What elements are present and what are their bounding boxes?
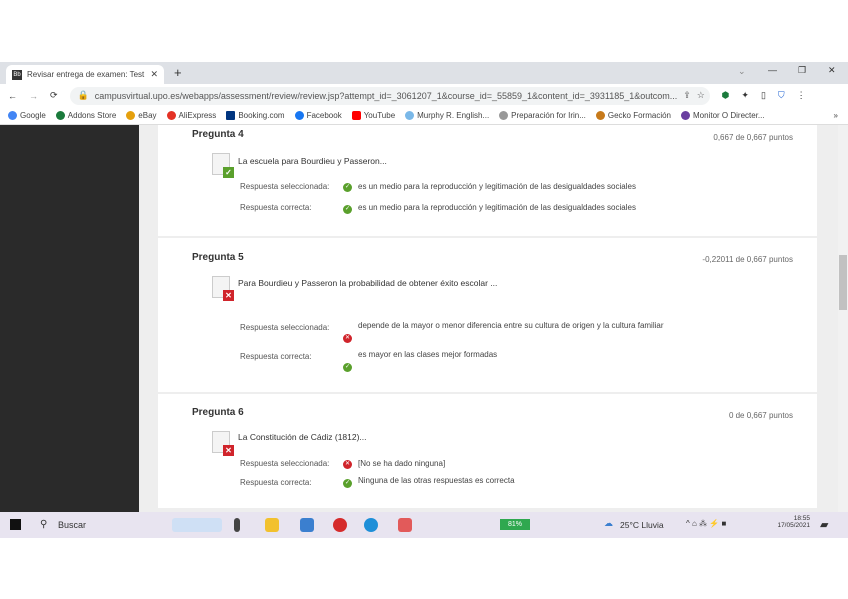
close-tab-icon[interactable]: ✕	[150, 69, 158, 80]
extensions-puzzle-icon[interactable]: ✦	[741, 90, 749, 101]
bookmark-star-icon[interactable]: ☆	[697, 90, 705, 101]
selected-answer: es un medio para la reproducción y legit…	[358, 182, 636, 191]
app-icon[interactable]	[398, 518, 412, 532]
selected-answer: [No se ha dado ninguna]	[358, 459, 446, 468]
correct-check-icon: ✓	[343, 205, 352, 214]
file-explorer-icon[interactable]	[265, 518, 279, 532]
minimize-button[interactable]: —	[768, 65, 777, 75]
search-icon[interactable]: ⚲	[40, 519, 47, 530]
question-title: Pregunta 6	[192, 407, 244, 418]
bookmarks-bar: Google Addons Store eBay AliExpress Book…	[0, 107, 848, 125]
notifications-icon[interactable]: ▰	[820, 518, 828, 531]
question-title: Pregunta 5	[192, 252, 244, 263]
question-title: Pregunta 4	[192, 129, 244, 140]
incorrect-x-icon: ✕	[343, 460, 352, 469]
correct-answer-label: Respuesta correcta:	[240, 203, 312, 212]
correct-answer-label: Respuesta correcta:	[240, 352, 312, 361]
site-favicon-icon: Bb	[12, 69, 22, 80]
bookmark-monitor[interactable]: Monitor O Directer...	[681, 111, 765, 120]
correct-check-icon: ✓	[343, 479, 352, 488]
question-card: Pregunta 6 0 de 0,667 puntos ✕ La Consti…	[158, 394, 817, 508]
selected-answer-label: Respuesta seleccionada:	[240, 323, 330, 332]
bookmark-booking[interactable]: Booking.com	[226, 111, 285, 120]
battery-indicator[interactable]: 81%	[500, 519, 530, 530]
url-input[interactable]: 🔒 campusvirtual.upo.es/webapps/assessment…	[69, 86, 710, 105]
time: 18:55	[793, 515, 810, 522]
app-icon[interactable]	[333, 518, 347, 532]
question-status-icon: ✕	[212, 276, 234, 301]
task-view-icon[interactable]	[234, 518, 240, 532]
shield-icon[interactable]: ⛉	[778, 90, 785, 101]
tab-title: Revisar entrega de examen: Test ...	[27, 70, 146, 79]
correct-answer: Ninguna de las otras respuestas es corre…	[358, 476, 515, 485]
maximize-button[interactable]: ❐	[798, 65, 806, 76]
start-windows-icon[interactable]	[10, 519, 21, 530]
question-status-icon: ✕	[212, 431, 234, 456]
correct-answer: es mayor en las clases mejor formadas	[358, 350, 498, 359]
bookmark-ebay[interactable]: eBay	[126, 111, 157, 120]
review-content: Pregunta 4 0,667 de 0,667 puntos ✓ La es…	[139, 125, 838, 512]
reload-icon[interactable]: ⟳	[50, 90, 58, 101]
side-panel-icon[interactable]: ▯	[761, 90, 766, 101]
scrollbar[interactable]	[838, 125, 848, 512]
correct-check-icon: ✓	[343, 363, 352, 372]
edge-icon[interactable]	[364, 518, 378, 532]
more-bookmarks[interactable]: »	[834, 111, 838, 120]
new-tab-button[interactable]: +	[174, 65, 182, 80]
menu-icon[interactable]: ⋮	[797, 90, 806, 101]
lock-icon: 🔒	[77, 90, 89, 100]
correct-check-icon: ✓	[343, 183, 352, 192]
taskbar-search[interactable]: Buscar	[58, 520, 86, 530]
back-icon[interactable]: ←	[8, 91, 17, 101]
forward-icon[interactable]: →	[29, 91, 38, 101]
extension-icon[interactable]: ⬢	[722, 90, 730, 101]
close-window-button[interactable]: ✕	[828, 65, 836, 76]
tab-bar: Bb Revisar entrega de examen: Test ... ✕…	[0, 62, 848, 84]
bookmark-gecko[interactable]: Gecko Formación	[595, 111, 671, 120]
bookmark-addons[interactable]: Addons Store	[55, 111, 116, 120]
bookmark-aliexpress[interactable]: AliExpress	[166, 111, 216, 120]
bookmark-google[interactable]: Google	[8, 111, 46, 120]
question-text: Para Bourdieu y Passeron la probabilidad…	[238, 278, 498, 288]
clock[interactable]: 18:55 17/05/2021	[768, 515, 810, 529]
url-text: campusvirtual.upo.es/webapps/assessment/…	[94, 90, 678, 101]
question-text: La escuela para Bourdieu y Passeron...	[238, 156, 387, 166]
scrollbar-thumb[interactable]	[839, 255, 847, 310]
correct-answer: es un medio para la reproducción y legit…	[358, 203, 636, 212]
correct-answer-label: Respuesta correcta:	[240, 478, 312, 487]
course-sidebar	[0, 125, 139, 512]
question-card: Pregunta 5 -0,22011 de 0,667 puntos ✕ Pa…	[158, 238, 817, 392]
question-points: 0 de 0,667 puntos	[728, 411, 793, 420]
question-card: Pregunta 4 0,667 de 0,667 puntos ✓ La es…	[158, 125, 817, 236]
selected-answer-label: Respuesta seleccionada:	[240, 182, 330, 191]
widget-illustration-icon[interactable]	[172, 518, 222, 532]
tray-icons[interactable]: ^ ⌂ ⁂ ⚡ ■	[686, 519, 726, 528]
share-icon[interactable]: ⇪	[683, 90, 691, 101]
browser-tab[interactable]: Bb Revisar entrega de examen: Test ... ✕	[6, 65, 164, 84]
taskbar: ⚲ Buscar 81% ☁ 25°C Lluvia ^ ⌂ ⁂ ⚡ ■ 18:…	[0, 512, 848, 538]
mail-icon[interactable]	[300, 518, 314, 532]
weather-icon[interactable]: ☁	[604, 518, 613, 529]
date: 17/05/2021	[777, 522, 810, 529]
bookmark-facebook[interactable]: Facebook	[294, 111, 342, 120]
question-points: 0,667 de 0,667 puntos	[713, 133, 793, 142]
selected-answer: depende de la mayor o menor diferencia e…	[358, 321, 664, 330]
question-points: -0,22011 de 0,667 puntos	[702, 255, 793, 264]
selected-answer-label: Respuesta seleccionada:	[240, 459, 330, 468]
tab-search-icon[interactable]: ⌄	[738, 66, 746, 77]
address-bar-row: ← → ⟳ 🔒 campusvirtual.upo.es/webapps/asse…	[0, 84, 848, 107]
bookmark-murphy[interactable]: Murphy R. English...	[405, 111, 489, 120]
bookmark-preparacion[interactable]: Preparación for Irin...	[499, 111, 586, 120]
incorrect-x-icon: ✕	[343, 334, 352, 343]
question-status-icon: ✓	[212, 153, 234, 178]
weather-text[interactable]: 25°C Lluvia	[620, 520, 664, 530]
bookmark-youtube[interactable]: YouTube	[351, 111, 395, 120]
question-text: La Constitución de Cádiz (1812)...	[238, 432, 367, 442]
